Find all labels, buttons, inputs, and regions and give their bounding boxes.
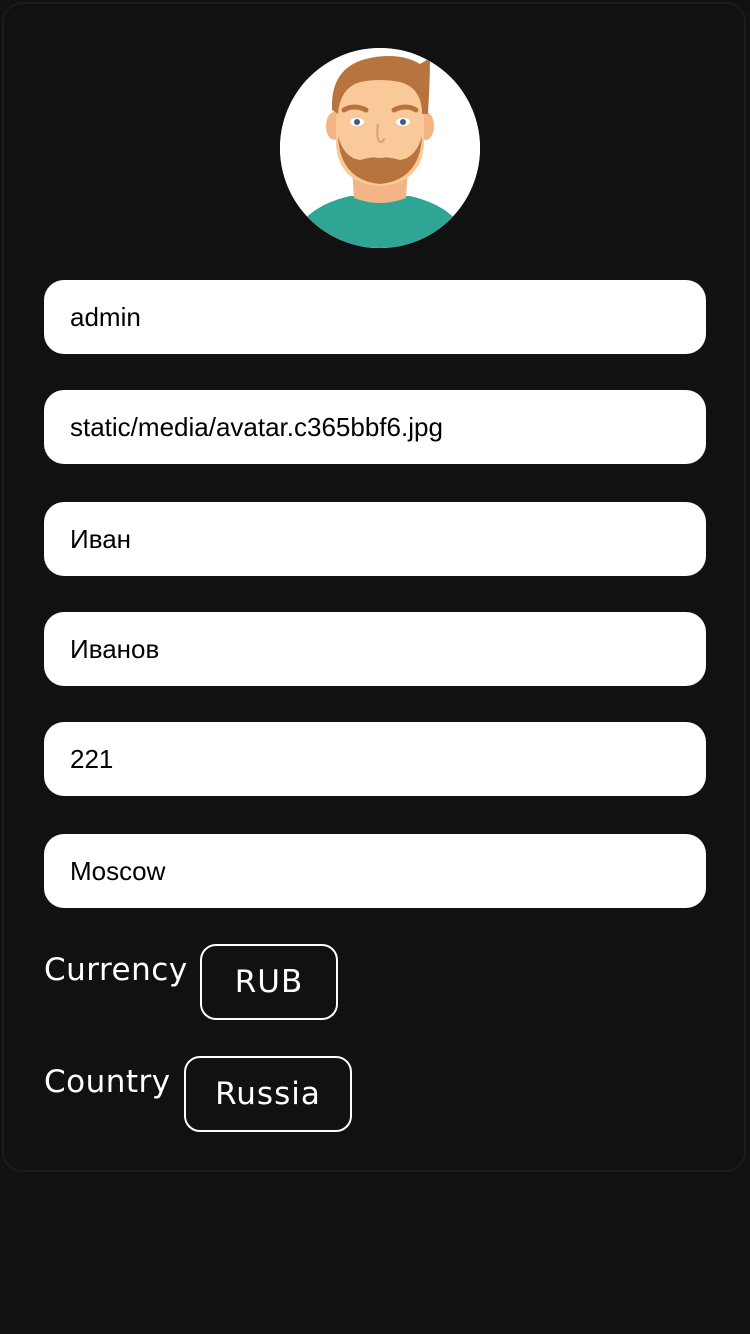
profile-card (2, 2, 746, 1172)
last-name-field[interactable] (44, 612, 706, 686)
currency-select-button[interactable]: RUB (200, 944, 338, 1020)
avatar-path-field[interactable] (44, 390, 706, 464)
avatar (280, 48, 480, 248)
user-avatar-icon (280, 48, 480, 248)
country-select-button[interactable]: Russia (184, 1056, 352, 1132)
country-label: Country (44, 1064, 171, 1100)
city-field[interactable] (44, 834, 706, 908)
username-field[interactable] (44, 280, 706, 354)
currency-label: Currency (44, 952, 188, 988)
number-field[interactable] (44, 722, 706, 796)
first-name-field[interactable] (44, 502, 706, 576)
